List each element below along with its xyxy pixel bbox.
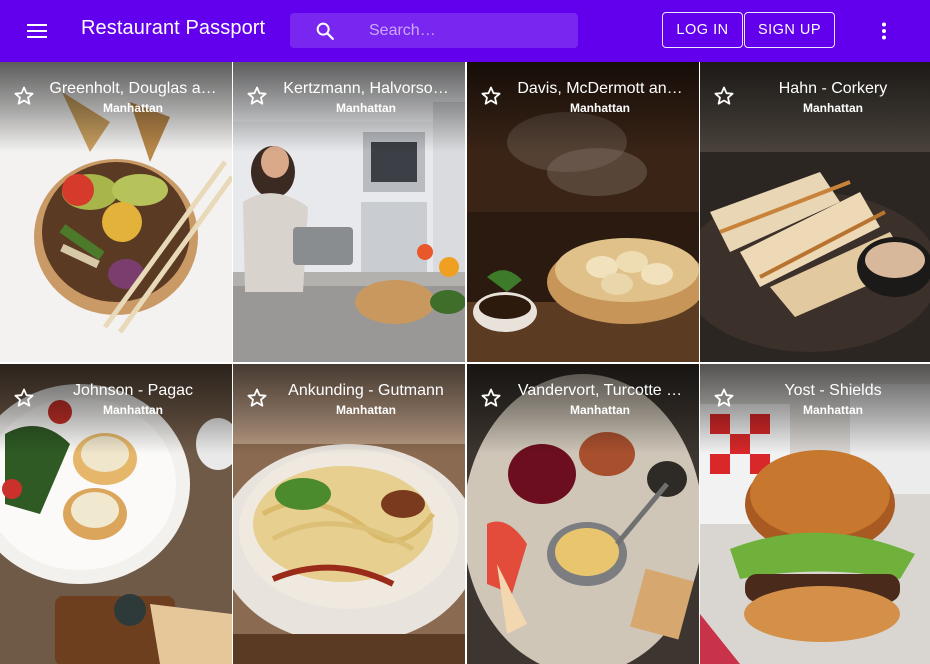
- restaurant-name: Ankunding - Gutmann: [288, 382, 444, 399]
- app-title: Restaurant Passport: [81, 17, 266, 39]
- restaurant-name: Hahn - Corkery: [778, 80, 888, 97]
- favorite-star-icon[interactable]: [479, 386, 503, 410]
- restaurant-name: Yost - Shields: [784, 382, 882, 399]
- restaurant-location: Manhattan: [103, 403, 163, 417]
- restaurant-tile[interactable]: Hahn - Corkery Manhattan: [700, 62, 930, 362]
- restaurant-tile[interactable]: Yost - Shields Manhattan: [700, 364, 930, 664]
- restaurant-location: Manhattan: [803, 403, 863, 417]
- restaurant-name: Kertzmann, Halvorso…: [283, 80, 449, 97]
- signup-button[interactable]: SIGN UP: [744, 12, 835, 48]
- restaurant-grid: Greenholt, Douglas a… Manhattan Kertzman…: [0, 62, 930, 664]
- login-button[interactable]: LOG IN: [662, 12, 743, 48]
- menu-button[interactable]: [21, 18, 53, 44]
- restaurant-name: Vandervort, Turcotte …: [517, 382, 683, 399]
- favorite-star-icon[interactable]: [712, 386, 736, 410]
- app-bar: Restaurant Passport LOG IN SIGN UP: [0, 0, 930, 62]
- restaurant-location: Manhattan: [336, 101, 396, 115]
- restaurant-location: Manhattan: [103, 101, 163, 115]
- favorite-star-icon[interactable]: [712, 84, 736, 108]
- restaurant-location: Manhattan: [336, 403, 396, 417]
- search-icon: [316, 22, 334, 40]
- favorite-star-icon[interactable]: [245, 386, 269, 410]
- restaurant-location: Manhattan: [570, 403, 630, 417]
- restaurant-tile[interactable]: Kertzmann, Halvorso… Manhattan: [233, 62, 465, 362]
- restaurant-name: Davis, McDermott an…: [517, 80, 683, 97]
- favorite-star-icon[interactable]: [245, 84, 269, 108]
- restaurant-tile[interactable]: Ankunding - Gutmann Manhattan: [233, 364, 465, 664]
- more-vert-icon: [882, 22, 886, 40]
- restaurant-location: Manhattan: [570, 101, 630, 115]
- restaurant-location: Manhattan: [803, 101, 863, 115]
- more-options-button[interactable]: [871, 17, 897, 45]
- restaurant-tile[interactable]: Greenholt, Douglas a… Manhattan: [0, 62, 232, 362]
- restaurant-tile[interactable]: Vandervort, Turcotte … Manhattan: [467, 364, 699, 664]
- hamburger-menu-icon: [27, 24, 47, 38]
- search-input[interactable]: [369, 13, 569, 48]
- restaurant-tile[interactable]: Johnson - Pagac Manhattan: [0, 364, 232, 664]
- search-box[interactable]: [290, 13, 578, 48]
- restaurant-tile[interactable]: Davis, McDermott an… Manhattan: [467, 62, 699, 362]
- favorite-star-icon[interactable]: [12, 386, 36, 410]
- favorite-star-icon[interactable]: [12, 84, 36, 108]
- restaurant-name: Johnson - Pagac: [72, 382, 194, 399]
- favorite-star-icon[interactable]: [479, 84, 503, 108]
- restaurant-name: Greenholt, Douglas a…: [49, 80, 217, 97]
